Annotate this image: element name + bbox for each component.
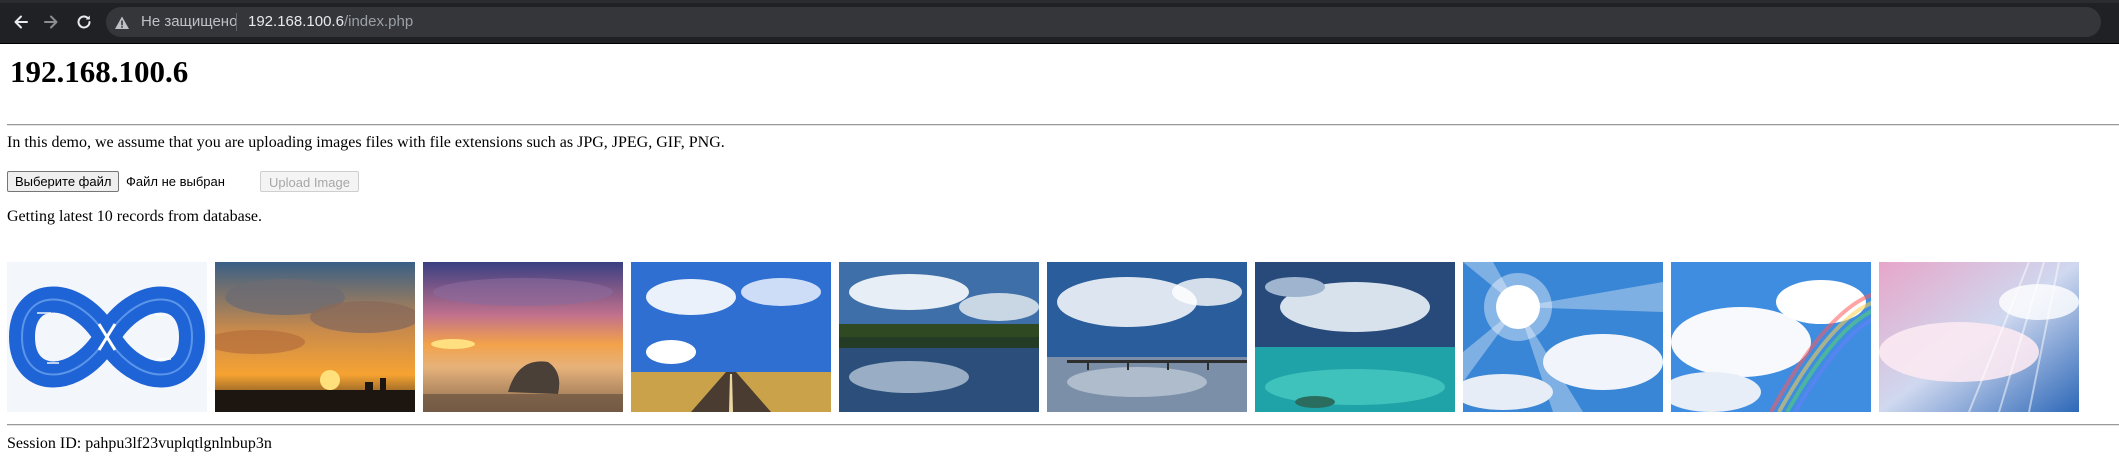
- forward-button[interactable]: [39, 10, 63, 34]
- beach-sunset-rock-image: [423, 262, 623, 412]
- top-divider: [7, 124, 2119, 126]
- sun-rays-clouds-image: [1463, 262, 1663, 412]
- browser-toolbar: Не защищено 192.168.100.6/index.php: [0, 0, 2119, 44]
- intro-text: In this demo, we assume that you are upl…: [7, 134, 725, 151]
- tab-strip-edge: [0, 0, 2119, 3]
- pink-blue-clouds-image: [1879, 262, 2079, 412]
- records-info-text: Getting latest 10 records from database.: [7, 208, 263, 225]
- url-text[interactable]: 192.168.100.6/index.php: [248, 11, 413, 33]
- infinity-loop-diagram-image: [7, 262, 207, 412]
- lake-reflection-clouds-image: [839, 262, 1039, 412]
- gallery-image[interactable]: [215, 262, 415, 412]
- turquoise-sea-clouds-image: [1255, 262, 1455, 412]
- gallery-image[interactable]: [423, 262, 623, 412]
- page-title: 192.168.100.6: [10, 54, 189, 89]
- gallery-image[interactable]: [631, 262, 831, 412]
- address-separator: [236, 13, 237, 31]
- gallery-image[interactable]: [839, 262, 1039, 412]
- gallery-image[interactable]: [1255, 262, 1455, 412]
- choose-file-button[interactable]: Выберите файл: [7, 171, 120, 192]
- session-id-text: Session ID: pahpu3lf23vuplqtlgnlnbup3n: [7, 435, 272, 452]
- url-path: /index.php: [343, 13, 414, 30]
- gallery-image[interactable]: [7, 262, 207, 412]
- gallery-image[interactable]: [1671, 262, 1871, 412]
- upload-image-button[interactable]: Upload Image: [260, 171, 359, 192]
- arrow-right-icon: [44, 15, 58, 29]
- sunset-city-skyline-image: [215, 262, 415, 412]
- back-button[interactable]: [9, 10, 33, 34]
- reload-button[interactable]: [72, 10, 96, 34]
- pier-cloud-reflection-image: [1047, 262, 1247, 412]
- rainbow-clouds-image: [1671, 262, 1871, 412]
- file-status-label: Файл не выбран: [126, 174, 225, 189]
- arrow-left-icon: [14, 15, 28, 29]
- warning-triangle-icon[interactable]: [114, 15, 130, 31]
- gallery-image[interactable]: [1047, 262, 1247, 412]
- url-host: 192.168.100.6: [248, 13, 344, 30]
- not-secure-label[interactable]: Не защищено: [141, 11, 237, 33]
- gallery-image[interactable]: [1879, 262, 2079, 412]
- road-blue-sky-clouds-image: [631, 262, 831, 412]
- reload-icon: [77, 15, 91, 29]
- gallery-image[interactable]: [1463, 262, 1663, 412]
- bottom-divider: [7, 424, 2119, 426]
